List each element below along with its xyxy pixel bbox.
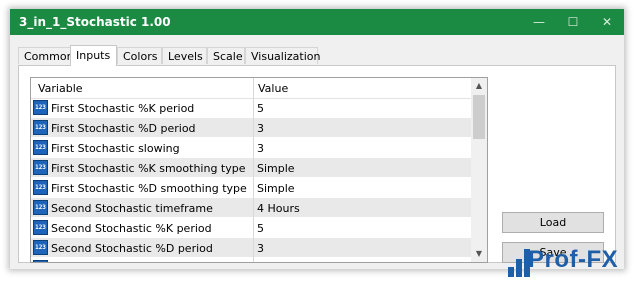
dialog-window: 3_in_1_Stochastic 1.00 — ☐ ✕ Common Inpu… — [10, 9, 624, 269]
column-divider[interactable] — [253, 78, 254, 262]
integer-icon: 123 — [33, 140, 48, 155]
minimize-button[interactable]: — — [522, 9, 556, 35]
variable-value[interactable]: 5 — [257, 222, 264, 235]
tab-inputs[interactable]: Inputs — [70, 45, 117, 66]
tab-levels[interactable]: Levels — [162, 47, 207, 64]
table-row[interactable]: 123 Second Stochastic %D period 3 — [31, 238, 472, 258]
table-row[interactable]: 123 Second Stochastic timeframe 4 Hours — [31, 198, 472, 218]
header-value[interactable]: Value — [258, 82, 288, 95]
variable-value[interactable]: 3 — [257, 122, 264, 135]
integer-icon: 123 — [33, 180, 48, 195]
header-variable[interactable]: Variable — [38, 82, 83, 95]
variable-value[interactable]: 3 — [257, 242, 264, 255]
vertical-scrollbar[interactable]: ▲ ▼ — [471, 78, 487, 262]
table-row[interactable]: 123 First Stochastic %K smoothing type S… — [31, 158, 472, 178]
tab-scale[interactable]: Scale — [207, 47, 245, 64]
load-button[interactable]: Load — [502, 212, 604, 233]
variable-value[interactable]: 3 — [257, 142, 264, 155]
integer-icon: 123 — [33, 200, 48, 215]
variable-name: First Stochastic %D period — [51, 122, 196, 135]
integer-icon: 123 — [33, 120, 48, 135]
variable-name: Second Stochastic timeframe — [51, 202, 213, 215]
variable-value[interactable]: Simple — [257, 182, 295, 195]
variable-name: Second Stochastic %K period — [51, 222, 212, 235]
table-row[interactable]: 123 First Stochastic %K period 5 — [31, 98, 472, 118]
integer-icon: 123 — [33, 240, 48, 255]
grid-header: Variable Value — [31, 78, 472, 99]
inputs-grid[interactable]: Variable Value 123 First Stochastic %K p… — [30, 77, 488, 263]
integer-icon: 123 — [33, 100, 48, 115]
scroll-down-arrow-icon[interactable]: ▼ — [471, 246, 487, 262]
tab-common[interactable]: Common — [18, 47, 74, 64]
close-button[interactable]: ✕ — [590, 9, 624, 35]
table-row[interactable]: 123 First Stochastic slowing 3 — [31, 138, 472, 158]
table-row[interactable]: 123 First Stochastic %D smoothing type S… — [31, 178, 472, 198]
integer-icon — [33, 260, 48, 262]
tab-visualization[interactable]: Visualization — [245, 47, 320, 64]
variable-value[interactable]: 4 Hours — [257, 202, 300, 215]
variable-value[interactable]: 5 — [257, 102, 264, 115]
variable-value[interactable]: Simple — [257, 162, 295, 175]
variable-name: First Stochastic %K period — [51, 102, 195, 115]
logo-text: Prof-FX — [528, 246, 619, 273]
table-row[interactable]: 123 Second Stochastic %K period 5 — [31, 218, 472, 238]
table-row[interactable]: 123 First Stochastic %D period 3 — [31, 118, 472, 138]
variable-name: Second Stochastic %D period — [51, 242, 213, 255]
scroll-thumb[interactable] — [473, 95, 485, 139]
integer-icon: 123 — [33, 160, 48, 175]
variable-name: First Stochastic %K smoothing type — [51, 162, 246, 175]
maximize-button[interactable]: ☐ — [556, 9, 590, 35]
scroll-up-arrow-icon[interactable]: ▲ — [471, 78, 487, 94]
title-bar[interactable]: 3_in_1_Stochastic 1.00 — ☐ ✕ — [10, 9, 624, 35]
table-row[interactable] — [31, 258, 472, 262]
tab-colors[interactable]: Colors — [117, 47, 162, 64]
prof-fx-logo: Prof-FX — [506, 240, 630, 280]
window-title: 3_in_1_Stochastic 1.00 — [19, 15, 171, 29]
integer-icon: 123 — [33, 220, 48, 235]
variable-name: First Stochastic slowing — [51, 142, 180, 155]
variable-name: First Stochastic %D smoothing type — [51, 182, 247, 195]
